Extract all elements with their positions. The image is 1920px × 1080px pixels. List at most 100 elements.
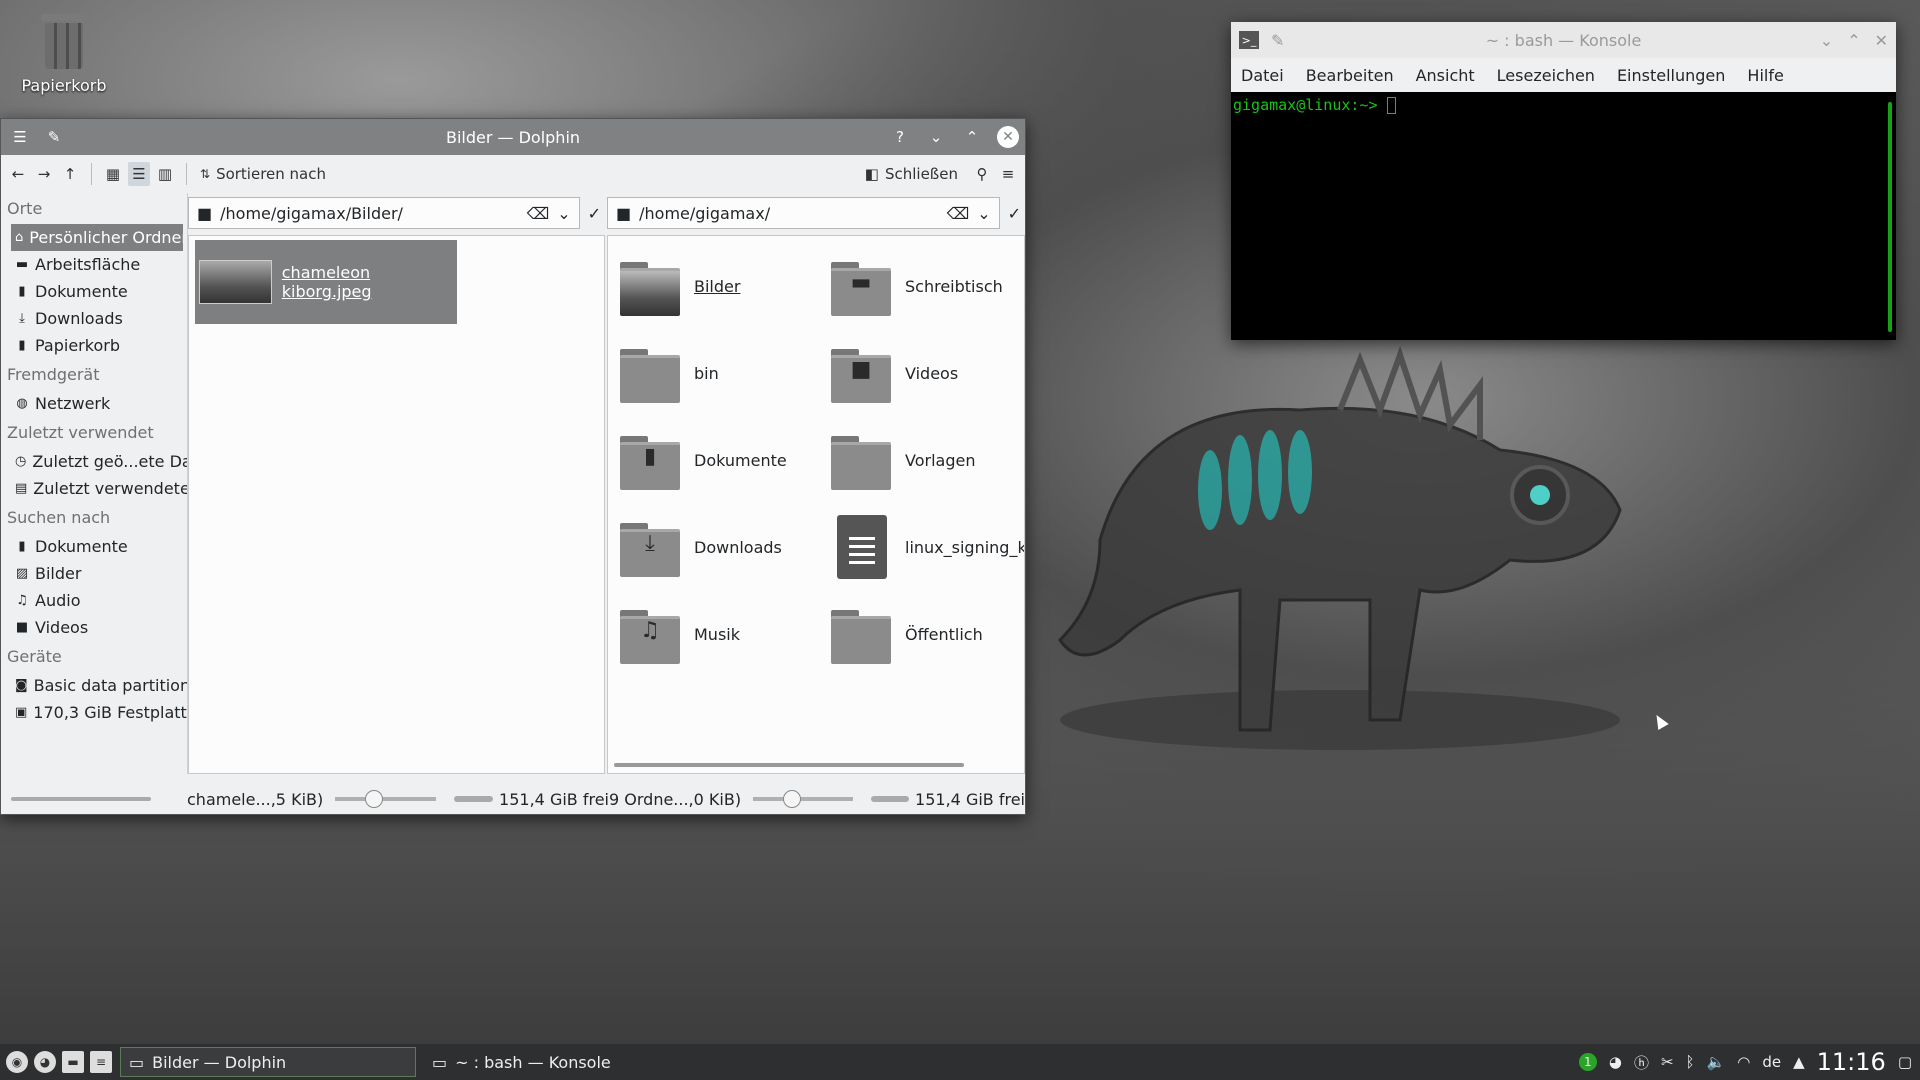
expand-tray-icon[interactable]: ▲ <box>1793 1053 1805 1071</box>
left-pane: ■ /home/gigamax/Bilder/ ⌫ ⌄ ✓ chameleon … <box>187 193 605 774</box>
zoom-slider[interactable] <box>753 790 853 808</box>
folder-name: Öffentlich <box>905 624 983 644</box>
search-icon[interactable]: ⚲ <box>971 162 993 186</box>
folder-name: linux_signing_k <box>905 537 1025 557</box>
places-item[interactable]: ▣ 170,3 GiB Festplatte <box>1 699 187 726</box>
task-dolphin[interactable]: ▭ Bilder — Dolphin <box>120 1047 416 1077</box>
network-icon[interactable]: ◠ <box>1737 1053 1750 1071</box>
confirm-icon[interactable]: ✓ <box>584 204 605 223</box>
up-icon[interactable]: ↑ <box>59 162 81 186</box>
places-item[interactable]: ▮ Dokumente <box>1 533 187 560</box>
show-desktop-icon[interactable]: ▢ <box>1898 1053 1912 1071</box>
help-icon[interactable]: ? <box>889 126 911 148</box>
clear-icon[interactable]: ⌫ <box>947 204 970 223</box>
right-file-view[interactable]: Bilder ▬ Schreibtisch bin ■ Videos ▮ Dokumente V… <box>607 235 1025 774</box>
konsole-menu-item[interactable]: Hilfe <box>1747 66 1783 85</box>
minimize-icon[interactable]: ⌄ <box>925 126 947 148</box>
terminal-scrollbar[interactable] <box>1888 102 1892 332</box>
desktop-trash[interactable]: Papierkorb <box>14 10 114 95</box>
clear-icon[interactable]: ⌫ <box>527 204 550 223</box>
konsole-window: >_ ✎ ~ : bash — Konsole ⌄ ⌃ ✕ Datei Bearb… <box>1231 22 1896 340</box>
places-item[interactable]: ♫ Audio <box>1 587 187 614</box>
close-split-button[interactable]: ◧ Schließen <box>862 162 961 186</box>
file-manager-icon[interactable]: ▬ <box>62 1051 84 1073</box>
chrome-icon[interactable]: ◕ <box>1609 1053 1622 1071</box>
places-group: Suchen nach <box>7 508 111 527</box>
places-item[interactable]: ⤓ Downloads <box>1 305 187 332</box>
browser-icon[interactable]: ◕ <box>34 1051 56 1073</box>
places-item[interactable]: ▮ Dokumente <box>1 278 187 305</box>
folder-item[interactable]: ⤓ Downloads <box>618 511 828 583</box>
konsole-menu-item[interactable]: Ansicht <box>1416 66 1475 85</box>
folder-item[interactable]: bin <box>618 337 828 409</box>
bluetooth-icon[interactable]: ᛒ <box>1686 1053 1695 1071</box>
right-location-bar[interactable]: ■ /home/gigamax/ ⌫ ⌄ <box>607 197 1000 229</box>
clock-icon: ◷ <box>15 454 27 469</box>
folder-item[interactable]: Bilder <box>618 250 828 322</box>
folder-item[interactable]: Öffentlich <box>829 598 1024 670</box>
places-item[interactable]: ▮ Papierkorb <box>1 332 187 359</box>
places-item[interactable]: ▬ Arbeitsfläche <box>1 251 187 278</box>
window-menu-icon[interactable]: ☰ <box>9 126 31 148</box>
text-editor-icon[interactable]: ≡ <box>90 1051 112 1073</box>
places-item[interactable]: ■ Videos <box>1 614 187 641</box>
forward-icon[interactable]: → <box>33 162 55 186</box>
file-item[interactable]: chameleon kiborg.jpeg <box>195 240 457 324</box>
places-item[interactable]: ◍ Netzwerk <box>1 390 187 417</box>
app-launcher-icon[interactable]: ◉ <box>6 1051 28 1073</box>
folder-name: Bilder <box>694 276 741 296</box>
capacity-bar <box>454 796 494 802</box>
folder-item[interactable]: ■ Videos <box>829 337 1024 409</box>
places-item[interactable]: ◙ Basic data partition <box>1 672 187 699</box>
capacity-bar <box>870 796 910 802</box>
konsole-menu-item[interactable]: Datei <box>1241 66 1284 85</box>
close-icon[interactable]: ✕ <box>997 126 1019 148</box>
konsole-menubar: Datei Bearbeiten Ansicht Lesezeichen Einstel… <box>1231 58 1896 92</box>
clock[interactable]: 11:16 <box>1817 1048 1886 1076</box>
places-item[interactable]: ◷ Zuletzt geö...ete Dat <box>1 448 187 475</box>
sort-button[interactable]: ⇅ Sortieren nach <box>197 162 329 186</box>
task-konsole[interactable]: ▭ ~ : bash — Konsole <box>424 1047 619 1077</box>
dolphin-titlebar[interactable]: ☰ ✎ Bilder — Dolphin ? ⌄ ⌃ ✕ <box>1 119 1025 155</box>
folder-item[interactable]: ▮ Dokumente <box>618 424 828 496</box>
updates-icon[interactable]: 1 <box>1578 1053 1597 1071</box>
places-item[interactable]: ▤ Zuletzt verwendete <box>1 475 187 502</box>
folder-item[interactable]: linux_signing_k <box>829 511 1025 583</box>
left-file-view[interactable]: chameleon kiborg.jpeg <box>188 235 605 774</box>
places-group: Fremdgerät <box>7 365 100 384</box>
places-scrollbar[interactable] <box>11 797 151 801</box>
volume-icon[interactable]: 🔈 <box>1707 1053 1726 1071</box>
status-bar: chamele...,5 KiB) 151,4 GiB frei 9 Ordne… <box>1 784 1025 814</box>
left-status-text: chamele...,5 KiB) <box>187 789 324 809</box>
maximize-icon[interactable]: ⌃ <box>961 126 983 148</box>
hp-icon[interactable]: ⓗ <box>1634 1052 1649 1073</box>
konsole-menu-item[interactable]: Einstellungen <box>1617 66 1725 85</box>
icons-view-icon[interactable]: ▦ <box>102 162 124 186</box>
places-item[interactable]: ⌂ Persönlicher Ordner <box>11 224 183 251</box>
folder-icon: ♫ <box>618 602 682 666</box>
image-icon: ▨ <box>15 566 29 581</box>
image-thumbnail <box>199 260 272 304</box>
back-icon[interactable]: ← <box>7 162 29 186</box>
keyboard-layout[interactable]: de <box>1762 1053 1781 1071</box>
zoom-slider[interactable] <box>335 790 437 808</box>
left-location-bar[interactable]: ■ /home/gigamax/Bilder/ ⌫ ⌄ <box>188 197 580 229</box>
kdeconnect-icon[interactable]: ✂ <box>1661 1053 1674 1071</box>
chevron-down-icon[interactable]: ⌄ <box>557 204 570 223</box>
details-view-icon[interactable]: ▥ <box>154 162 176 186</box>
confirm-icon[interactable]: ✓ <box>1004 204 1025 223</box>
pin-icon[interactable]: ✎ <box>43 126 65 148</box>
folder-item[interactable]: ▬ Schreibtisch <box>829 250 1024 322</box>
horizontal-scrollbar[interactable] <box>614 763 964 767</box>
konsole-titlebar[interactable]: >_ ✎ ~ : bash — Konsole ⌄ ⌃ ✕ <box>1231 22 1896 58</box>
folder-item[interactable]: ♫ Musik <box>618 598 828 670</box>
konsole-menu-item[interactable]: Bearbeiten <box>1306 66 1394 85</box>
folder-item[interactable]: Vorlagen <box>829 424 1024 496</box>
chevron-down-icon[interactable]: ⌄ <box>977 204 990 223</box>
places-item[interactable]: ▨ Bilder <box>1 560 187 587</box>
terminal-area[interactable]: gigamax@linux:~> <box>1231 92 1896 118</box>
hamburger-menu-icon[interactable]: ≡ <box>997 162 1019 186</box>
video-icon: ■ <box>15 620 29 635</box>
compact-view-icon[interactable]: ☰ <box>128 162 150 186</box>
konsole-menu-item[interactable]: Lesezeichen <box>1497 66 1595 85</box>
